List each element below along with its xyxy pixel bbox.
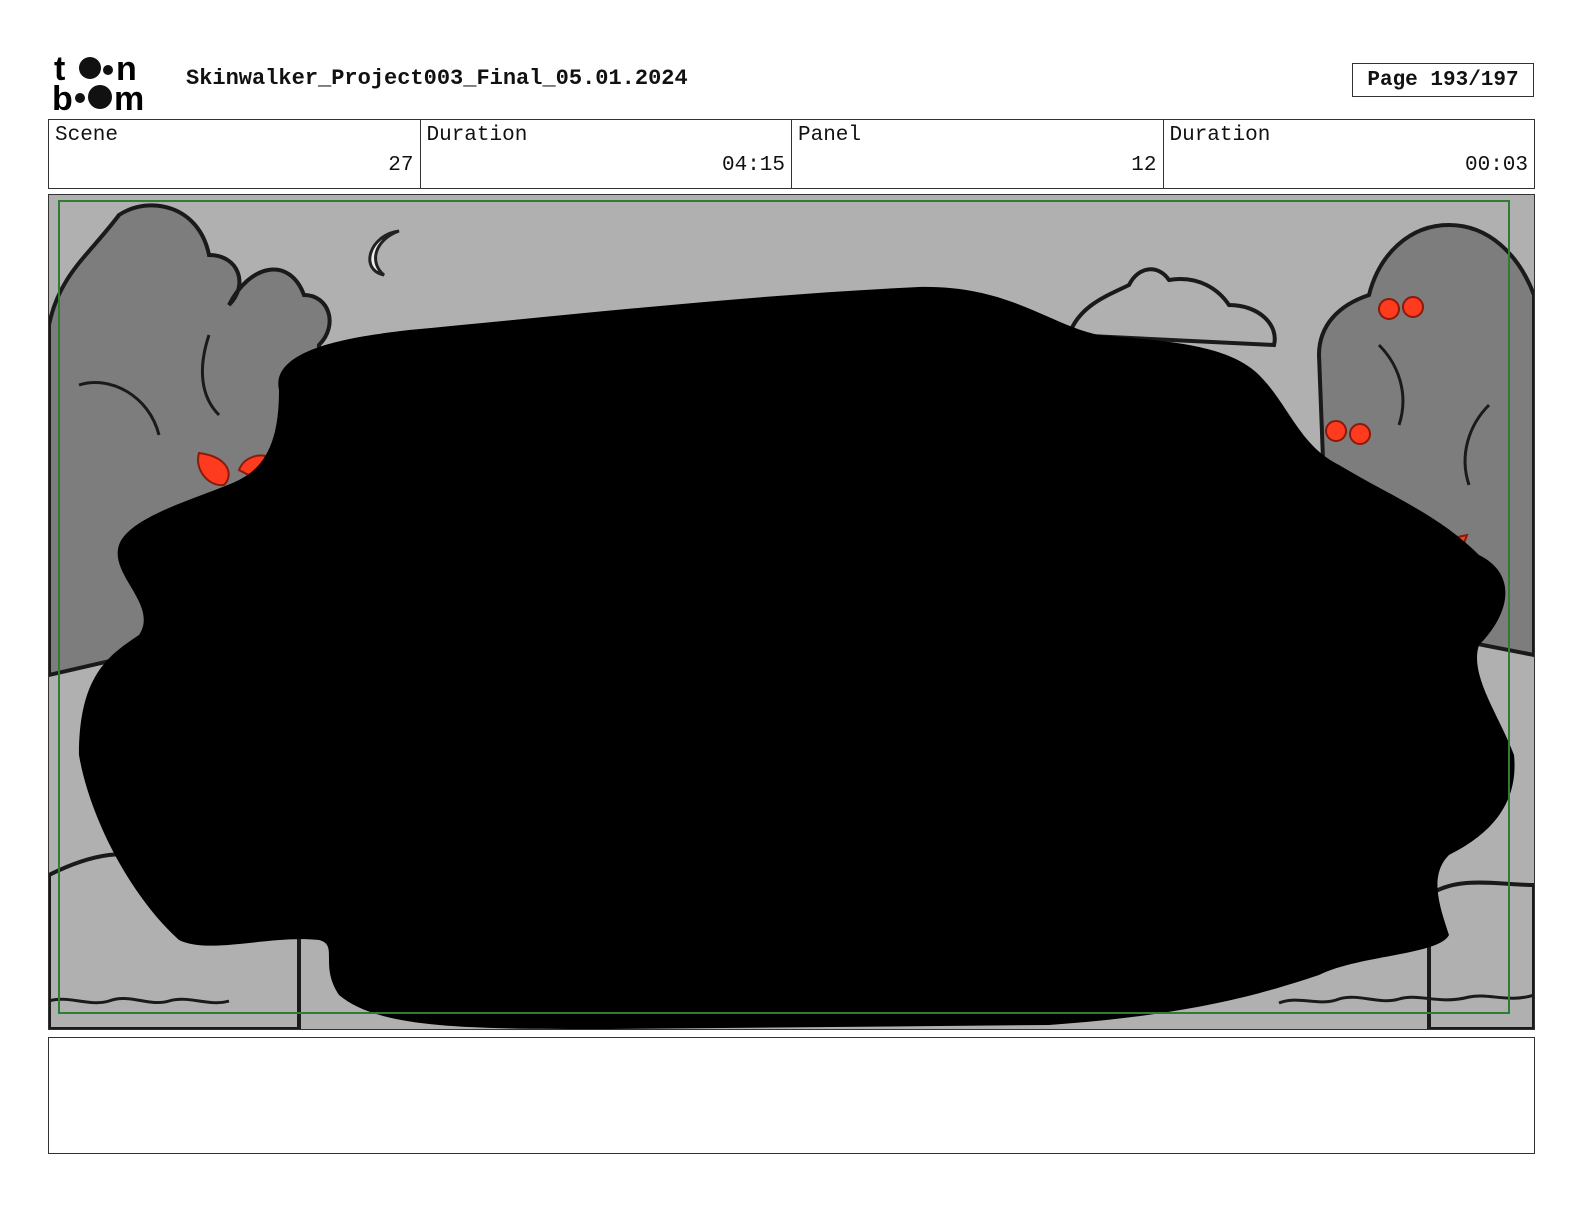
scene-value: 27 bbox=[388, 154, 414, 177]
scene-cell: Scene 27 bbox=[49, 120, 421, 188]
notes-box bbox=[48, 1037, 1535, 1154]
panel-label: Panel bbox=[798, 124, 862, 147]
scene-label: Scene bbox=[55, 124, 119, 147]
document-title: Skinwalker_Project003_Final_05.01.2024 bbox=[186, 66, 688, 91]
scene-duration-label: Duration bbox=[426, 124, 528, 147]
storyboard-panel-image bbox=[48, 194, 1535, 1030]
panel-duration-value: 00:03 bbox=[1464, 154, 1528, 177]
page-indicator: Page 193/197 bbox=[1352, 63, 1534, 97]
scene-duration-cell: Duration 04:15 bbox=[421, 120, 792, 188]
panel-duration-label: Duration bbox=[1169, 124, 1271, 147]
svg-text:m: m bbox=[114, 80, 144, 114]
panel-value: 12 bbox=[1131, 154, 1157, 177]
panel-duration-cell: Duration 00:03 bbox=[1164, 120, 1535, 188]
panel-info-row: Scene 27 Duration 04:15 Panel 12 Duratio… bbox=[48, 119, 1535, 189]
red-eye bbox=[1325, 420, 1347, 442]
scene-duration-value: 04:15 bbox=[721, 154, 785, 177]
red-eye bbox=[1402, 296, 1424, 318]
panel-cell: Panel 12 bbox=[792, 120, 1164, 188]
red-eye bbox=[1349, 423, 1371, 445]
toonboom-logo: t n b m bbox=[50, 50, 166, 118]
svg-text:b: b bbox=[52, 80, 73, 114]
red-eye bbox=[1378, 298, 1400, 320]
